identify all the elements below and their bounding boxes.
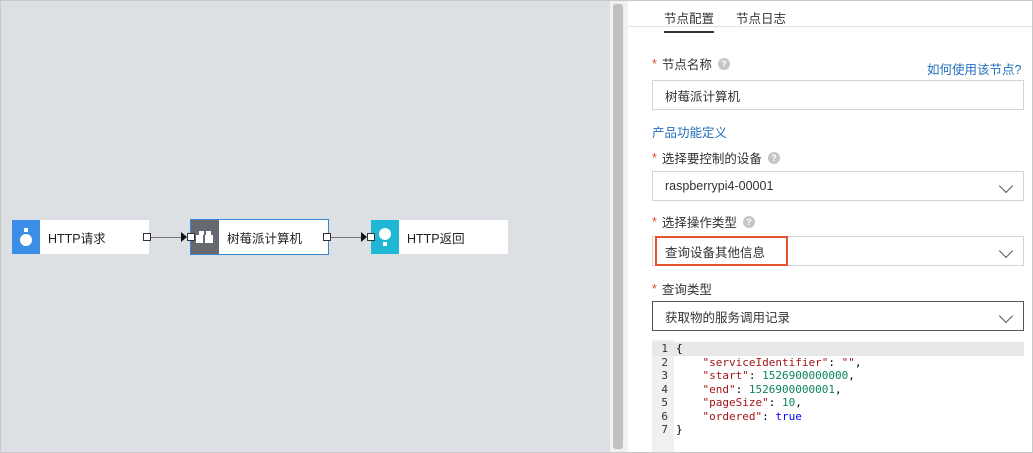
json-key: "end" (702, 382, 736, 396)
json-value: 1526900000001 (748, 382, 835, 396)
json-code-editor[interactable]: 1 { 2 "serviceIdentifier": "", 3 "start"… (652, 340, 1024, 452)
input-value: 树莓派计算机 (665, 89, 741, 104)
connector-line (331, 237, 361, 238)
editor-line: 4 "end": 1526900000001, (652, 383, 1024, 397)
help-icon[interactable]: ? (717, 57, 730, 70)
line-number: 5 (661, 396, 668, 409)
line-number: 6 (661, 409, 668, 423)
connector-line (151, 237, 181, 238)
flow-canvas[interactable]: HTTP请求 树莓派计算机 HTTP返回 (1, 1, 610, 452)
code-text: } (676, 423, 683, 436)
editor-line: 1 { (652, 342, 1024, 356)
line-number: 1 (661, 342, 668, 355)
editor-line: 3 "start": 1526900000000, (652, 369, 1024, 383)
highlight-annotation (655, 236, 788, 266)
code-text: "serviceIdentifier": "", (702, 355, 862, 369)
node-raspberry-pi[interactable]: 树莓派计算机 (190, 219, 329, 255)
code-text: "pageSize": 10, (702, 396, 802, 409)
label-text: 节点名称 (661, 58, 712, 72)
node-name-input[interactable]: 树莓派计算机 (652, 80, 1024, 110)
how-to-use-link[interactable]: 如何使用该节点? (927, 59, 1021, 78)
input-port[interactable] (187, 233, 195, 241)
node-http-response[interactable]: HTTP返回 (371, 220, 508, 254)
editor-line: 5 "pageSize": 10, (652, 396, 1024, 410)
code-text: "start": 1526900000000, (702, 369, 855, 382)
raspberry-device-icon (191, 220, 219, 254)
config-panel: 节点配置 节点日志 * 节点名称 ? 如何使用该节点? 树莓派计算机 产品功能定… (628, 1, 1032, 452)
json-key: "pageSize" (702, 396, 769, 409)
label-text: 查询类型 (661, 283, 712, 297)
json-comma: , (854, 355, 862, 369)
node-name-label: * 节点名称 ? (652, 54, 730, 73)
line-number: 2 (661, 355, 668, 369)
required-mark: * (652, 281, 657, 296)
json-value: true (775, 409, 802, 423)
chevron-down-icon (998, 243, 1014, 259)
canvas-scrollbar-thumb[interactable] (613, 4, 623, 449)
help-icon[interactable]: ? (767, 151, 780, 164)
query-type-select[interactable]: 获取物的服务调用记录 (652, 301, 1024, 331)
json-value: 10 (781, 396, 796, 409)
required-mark: * (652, 214, 657, 229)
http-request-icon (12, 220, 40, 254)
output-port[interactable] (143, 233, 151, 241)
device-label: * 选择要控制的设备 ? (652, 148, 780, 167)
node-label: HTTP返回 (407, 231, 465, 246)
line-number: 7 (661, 423, 668, 436)
panel-tabs: 节点配置 节点日志 (628, 1, 1032, 33)
json-value: "" (841, 355, 855, 369)
node-label: 树莓派计算机 (227, 231, 303, 246)
node-label: HTTP请求 (48, 231, 106, 246)
json-key: "serviceIdentifier" (702, 355, 829, 369)
help-icon[interactable]: ? (742, 215, 755, 228)
json-key: "ordered" (702, 409, 763, 423)
json-comma: , (795, 396, 802, 409)
label-text: 选择操作类型 (661, 216, 737, 230)
json-key: "start" (702, 369, 749, 382)
chevron-down-icon (998, 308, 1014, 324)
input-port[interactable] (367, 233, 375, 241)
chevron-down-icon (998, 178, 1014, 194)
http-response-icon (371, 220, 399, 254)
code-text: { (676, 342, 683, 355)
json-comma: , (834, 382, 842, 396)
required-mark: * (652, 56, 657, 71)
tab-node-log[interactable]: 节点日志 (736, 8, 786, 27)
json-value: 1526900000000 (762, 369, 849, 382)
code-text: "ordered": true (702, 409, 802, 423)
select-value: raspberrypi4-00001 (665, 179, 774, 193)
editor-line: 6 "ordered": true (652, 410, 1024, 424)
device-select[interactable]: raspberrypi4-00001 (652, 171, 1024, 201)
label-text: 选择要控制的设备 (661, 152, 762, 166)
line-number: 3 (661, 369, 668, 382)
query-type-label: * 查询类型 (652, 279, 712, 298)
product-definition-link[interactable]: 产品功能定义 (652, 122, 727, 141)
line-number: 4 (661, 382, 668, 396)
editor-line: 7 } (652, 423, 1024, 437)
node-http-request[interactable]: HTTP请求 (12, 220, 149, 254)
code-text: "end": 1526900000001, (702, 382, 842, 396)
json-comma: , (848, 369, 855, 382)
tab-node-config[interactable]: 节点配置 (664, 8, 715, 33)
editor-line: 2 "serviceIdentifier": "", (652, 356, 1024, 370)
required-mark: * (652, 150, 657, 165)
select-value: 获取物的服务调用记录 (665, 310, 791, 325)
output-port[interactable] (323, 233, 331, 241)
operation-label: * 选择操作类型 ? (652, 212, 755, 231)
